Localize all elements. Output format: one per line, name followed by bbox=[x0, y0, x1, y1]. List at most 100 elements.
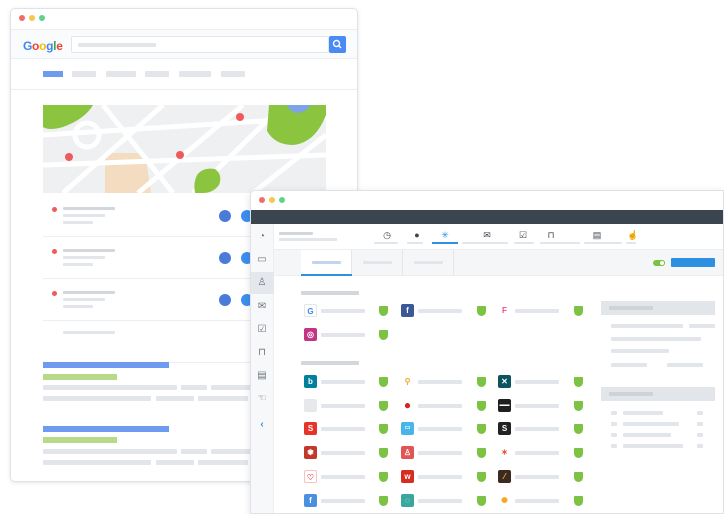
shield-check-icon bbox=[477, 496, 486, 506]
app-toolbar: ◷ ● ✳ ✉ ☑ ⊓ ▤ ☝ bbox=[274, 224, 723, 250]
yahoo-logo[interactable]: ✾ bbox=[304, 446, 317, 459]
map-panel[interactable] bbox=[43, 105, 326, 193]
sub-tab-active[interactable] bbox=[301, 250, 352, 276]
sub-tab[interactable] bbox=[403, 250, 454, 276]
yelp-logo[interactable]: ● bbox=[401, 399, 414, 412]
map-graphic bbox=[43, 105, 326, 193]
search-icon bbox=[332, 39, 342, 49]
app-sidebar: ◔ ▭ ♙ ✉ ☑ ⊓ ▤ ☜ ‹ bbox=[251, 224, 274, 513]
folder-icon[interactable]: ▭ bbox=[256, 255, 268, 265]
superpages-logo[interactable]: ✶ bbox=[498, 446, 511, 459]
lock-icon[interactable]: ⊓ bbox=[256, 348, 268, 358]
primary-action-button[interactable] bbox=[671, 258, 715, 267]
close-dot[interactable] bbox=[259, 197, 265, 203]
shield-check-icon bbox=[379, 424, 388, 434]
chevron-left-icon[interactable]: ‹ bbox=[256, 420, 268, 430]
result-url bbox=[43, 374, 117, 380]
shield-check-icon bbox=[574, 448, 583, 458]
chat-logo[interactable]: ◌ bbox=[401, 494, 414, 507]
result-url bbox=[43, 437, 117, 443]
globe-icon[interactable] bbox=[219, 294, 231, 306]
search-tab[interactable] bbox=[72, 71, 96, 77]
sub-tab[interactable] bbox=[352, 250, 403, 276]
toolbar-tab-active-indicator bbox=[432, 242, 458, 244]
waze-logo[interactable]: ▬▬ bbox=[498, 399, 511, 412]
scribd-logo[interactable]: S bbox=[304, 422, 317, 435]
shield-check-icon bbox=[379, 472, 388, 482]
checklist-icon[interactable]: ☑ bbox=[256, 325, 268, 335]
shield-check-icon bbox=[477, 472, 486, 482]
facebook-logo: f bbox=[401, 304, 414, 317]
xing-logo[interactable]: ✕ bbox=[498, 375, 511, 388]
location-pin-dot bbox=[52, 207, 57, 212]
shield-check-icon bbox=[477, 377, 486, 387]
sun-logo[interactable]: ✺ bbox=[498, 494, 511, 507]
minimize-dot[interactable] bbox=[29, 15, 35, 21]
globe-icon[interactable] bbox=[219, 252, 231, 264]
section-heading bbox=[301, 361, 359, 365]
checklist-icon[interactable]: ☑ bbox=[518, 230, 528, 240]
shield-check-icon bbox=[574, 377, 583, 387]
search-tab[interactable] bbox=[221, 71, 245, 77]
search-tab[interactable] bbox=[179, 71, 211, 77]
summary-panel-header bbox=[601, 301, 715, 315]
search-engine-logo[interactable]: Google bbox=[23, 39, 63, 53]
inbox-icon[interactable]: ✉ bbox=[256, 302, 268, 312]
lock-icon[interactable]: ⊓ bbox=[546, 230, 556, 240]
maximize-dot[interactable] bbox=[279, 197, 285, 203]
result-title[interactable] bbox=[43, 426, 169, 432]
search-tab-active[interactable] bbox=[43, 71, 63, 77]
location-icon[interactable]: ● bbox=[412, 230, 422, 240]
instagram-logo: ◎ bbox=[304, 328, 317, 341]
document-icon[interactable]: ▤ bbox=[592, 230, 602, 240]
sub-tabs bbox=[274, 250, 723, 276]
search-tab[interactable] bbox=[106, 71, 136, 77]
squarespace-logo[interactable]: S bbox=[498, 422, 511, 435]
vitals-logo[interactable]: ♡ bbox=[304, 470, 317, 483]
shield-check-icon bbox=[379, 496, 388, 506]
dashboard-icon[interactable]: ◔ bbox=[256, 232, 268, 242]
user-icon: ♙ bbox=[257, 277, 267, 288]
yellowpages-logo[interactable]: w bbox=[401, 470, 414, 483]
globe-icon[interactable] bbox=[219, 210, 231, 222]
bing-logo[interactable]: b bbox=[304, 375, 317, 388]
hand-icon[interactable]: ☜ bbox=[256, 394, 268, 404]
clock-icon[interactable]: ◷ bbox=[382, 230, 392, 240]
here-logo[interactable]: ▭ bbox=[401, 422, 414, 435]
sparkle-icon[interactable]: ✳ bbox=[440, 230, 450, 240]
shield-check-icon bbox=[574, 472, 583, 482]
shield-check-icon bbox=[477, 448, 486, 458]
maximize-dot[interactable] bbox=[39, 15, 45, 21]
section-heading bbox=[301, 291, 359, 295]
location-pin-dot bbox=[52, 249, 57, 254]
google-logo: G bbox=[304, 304, 317, 317]
close-dot[interactable] bbox=[19, 15, 25, 21]
maps-pin-logo[interactable]: ⚲ bbox=[401, 375, 414, 388]
shield-check-icon bbox=[379, 306, 388, 316]
minimize-dot[interactable] bbox=[269, 197, 275, 203]
shield-check-icon bbox=[574, 496, 583, 506]
shield-check-icon bbox=[379, 401, 388, 411]
location-pin-dot bbox=[52, 291, 57, 296]
shield-check-icon bbox=[379, 377, 388, 387]
toggle-knob bbox=[659, 260, 665, 266]
foursquare-logo: F bbox=[498, 304, 511, 317]
search-button[interactable] bbox=[329, 36, 346, 53]
brownbook-logo[interactable]: ⁄ bbox=[498, 470, 511, 483]
shield-check-icon bbox=[574, 401, 583, 411]
shield-check-icon bbox=[379, 330, 388, 340]
healthgrades-logo[interactable]: ♙ bbox=[401, 446, 414, 459]
shield-check-icon bbox=[477, 401, 486, 411]
document-icon[interactable]: ▤ bbox=[256, 371, 268, 381]
divider bbox=[11, 89, 357, 90]
apple-logo[interactable] bbox=[304, 399, 317, 412]
facebook-places-logo[interactable]: f bbox=[304, 494, 317, 507]
result-title[interactable] bbox=[43, 362, 169, 368]
shield-check-icon bbox=[477, 306, 486, 316]
search-tab[interactable] bbox=[145, 71, 169, 77]
business-name bbox=[279, 232, 313, 235]
thumbs-up-icon[interactable]: ☝ bbox=[627, 230, 638, 240]
shield-check-icon bbox=[574, 306, 583, 316]
mail-icon[interactable]: ✉ bbox=[482, 230, 492, 240]
search-input[interactable] bbox=[71, 36, 329, 53]
